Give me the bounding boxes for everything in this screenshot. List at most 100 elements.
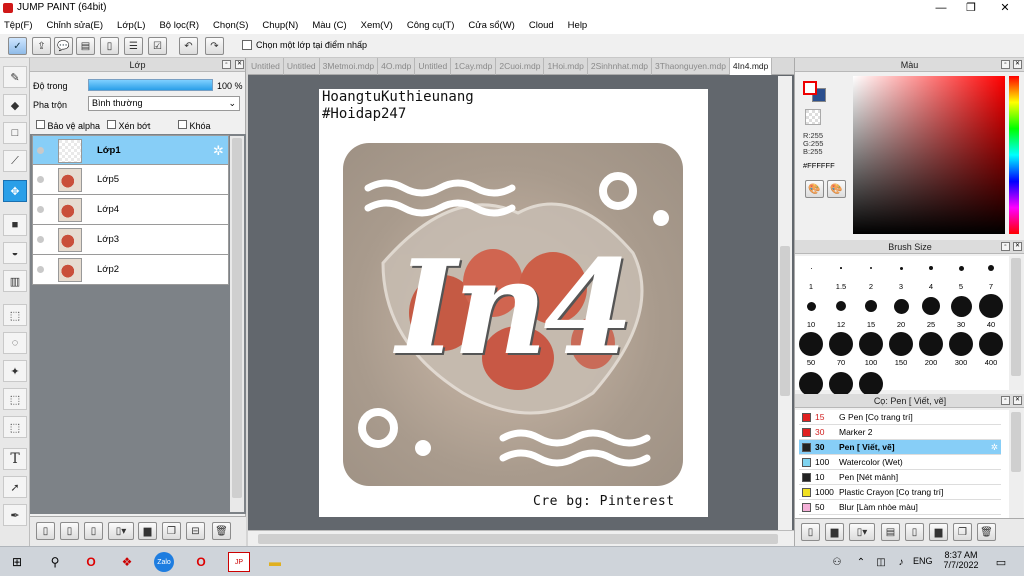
brush-size-dot[interactable] [829,372,853,396]
comment-icon[interactable]: 💬 [54,37,73,55]
duplicate-layer-icon[interactable]: ❐ [162,522,181,540]
zalo-icon[interactable]: Zalo [154,552,174,572]
brush-size-dot[interactable] [836,301,846,311]
brush-size-dot[interactable] [859,372,883,396]
minimize-button[interactable]: — [926,0,956,16]
eraser-tool-icon[interactable]: ◆ [3,94,27,116]
brush-size-dot[interactable] [806,301,816,311]
trash-icon[interactable]: 🗑 [212,522,231,540]
layer-row[interactable]: Lớp4 [32,195,229,225]
foreground-color-swatch-front[interactable] [803,81,817,95]
brush-size-dot[interactable] [799,372,823,396]
menu-item[interactable]: Công cụ(T) [407,20,455,31]
document-tab[interactable]: 3Metmoi.mdp [320,58,379,75]
brush-trash-icon[interactable]: 🗑 [977,523,996,541]
brush-list-item[interactable]: 100 Watercolor (Wet) [799,455,1001,470]
visibility-icon[interactable] [37,236,44,243]
brush-size-dot[interactable] [859,332,883,356]
document-tab[interactable]: 4In4.mdp [729,58,773,75]
notification-icon[interactable]: ▭ [990,552,1012,572]
menu-item[interactable]: Lớp(L) [117,20,145,31]
close-panel-icon[interactable]: ✕ [1013,60,1022,69]
windows-start-icon[interactable]: ⊞ [6,552,28,572]
visibility-icon[interactable] [37,147,44,154]
brush-size-dot[interactable] [899,266,903,270]
hue-slider[interactable] [1009,76,1019,234]
fill-rect-tool-icon[interactable]: ■ [3,214,27,236]
brush-group-icon[interactable]: ▆ [929,523,948,541]
gear-icon[interactable]: ✲ [213,143,224,159]
list-icon[interactable]: ☰ [124,37,143,55]
gear-icon[interactable]: ✲ [991,440,998,455]
layer-list-scrollbar[interactable] [230,136,244,512]
brush-copy-icon[interactable]: ▯ [905,523,924,541]
pen-tool-icon[interactable]: ✎ [3,66,27,88]
float-panel-icon[interactable]: ▫ [1001,396,1010,405]
menu-item[interactable]: Màu (C) [312,20,346,31]
color-picker-square[interactable] [853,76,1005,234]
eyedropper-icon[interactable]: ✒ [3,504,27,526]
layer-row[interactable]: Lớp5 [32,165,229,195]
folder-icon[interactable]: ▆ [138,522,157,540]
new-layer-icon[interactable]: ▯ [36,522,55,540]
add-layer-menu-icon[interactable]: ▯▾ [108,522,134,540]
brush-size-dot[interactable] [988,265,994,271]
cloud-sync-icon[interactable]: ✓ [8,37,27,55]
brush-size-dot[interactable] [829,332,853,356]
close-panel-icon[interactable]: ✕ [1013,242,1022,251]
menu-item[interactable]: Cloud [529,20,554,31]
upload-icon[interactable]: ⇪ [32,37,51,55]
menu-item[interactable]: Tệp(F) [4,20,33,31]
lock-checkbox[interactable]: Khóa [178,120,211,131]
menu-item[interactable]: Chụp(N) [262,20,298,31]
brush-size-dot[interactable] [799,332,823,356]
document-tab[interactable]: 1Hoi.mdp [544,58,588,75]
document-tab[interactable]: 2Sinhnhat.mdp [588,58,653,75]
brush-folder-icon[interactable]: ▆ [825,523,844,541]
line-tool-icon[interactable]: ⟋ [3,150,27,172]
transparent-color-icon[interactable] [805,109,821,125]
blend-mode-select[interactable]: Bình thường ⌄ [88,96,240,111]
layer-row[interactable]: Lớp1 ✲ [32,135,229,165]
network-icon[interactable]: ◫ [870,552,892,572]
close-panel-icon[interactable]: ✕ [235,60,244,69]
brush-size-dot[interactable] [979,294,1003,318]
checklist-icon[interactable]: ☑ [148,37,167,55]
select-eraser-icon[interactable]: ⬚ [3,416,27,438]
menu-item[interactable]: Cửa sổ(W) [468,20,514,31]
document-tab[interactable]: 1Cay.mdp [451,58,497,75]
search-icon[interactable]: ⚲ [44,552,66,572]
brush-size-dot[interactable] [922,297,940,315]
brush-list-scrollbar[interactable] [1009,410,1023,518]
brush-settings-icon[interactable]: ▤ [881,523,900,541]
visibility-icon[interactable] [37,206,44,213]
document-tab[interactable]: Untitled [248,58,284,75]
merge-layer-icon[interactable]: ⊟ [186,522,205,540]
rect-select-icon[interactable]: ⬚ [3,304,27,326]
document-tab[interactable]: Untitled [284,58,320,75]
brush-menu-icon[interactable]: ▯▾ [849,523,875,541]
menu-item[interactable]: Xem(V) [361,20,393,31]
message-icon[interactable]: ▤ [76,37,95,55]
people-icon[interactable]: ⚇ [826,552,848,572]
protect-alpha-checkbox[interactable]: Bảo vệ alpha [36,120,100,131]
text-tool-icon[interactable]: T [3,448,27,470]
document-tab[interactable]: Untitled [415,58,452,75]
menu-item[interactable]: Bộ lọc(R) [159,20,199,31]
brush-duplicate-icon[interactable]: ❐ [953,523,972,541]
new-halftone-layer-icon[interactable]: ▯ [84,522,103,540]
volume-icon[interactable]: ♪ [890,552,912,572]
visibility-icon[interactable] [37,266,44,273]
brush-size-dot[interactable] [979,332,1003,356]
rectangle-tool-icon[interactable]: □ [3,122,27,144]
jump-paint-icon[interactable]: JP [228,552,250,572]
layer-row[interactable]: Lớp2 [32,255,229,285]
close-panel-icon[interactable]: ✕ [1013,396,1022,405]
operation-tool-icon[interactable]: ➚ [3,476,27,498]
float-panel-icon[interactable]: ▫ [222,60,231,69]
brush-size-scrollbar[interactable] [1009,256,1023,390]
magic-wand-icon[interactable]: ✦ [3,360,27,382]
brush-size-dot[interactable] [840,267,842,269]
document-tab[interactable]: 2Cuoi.mdp [496,58,545,75]
visibility-icon[interactable] [37,176,44,183]
